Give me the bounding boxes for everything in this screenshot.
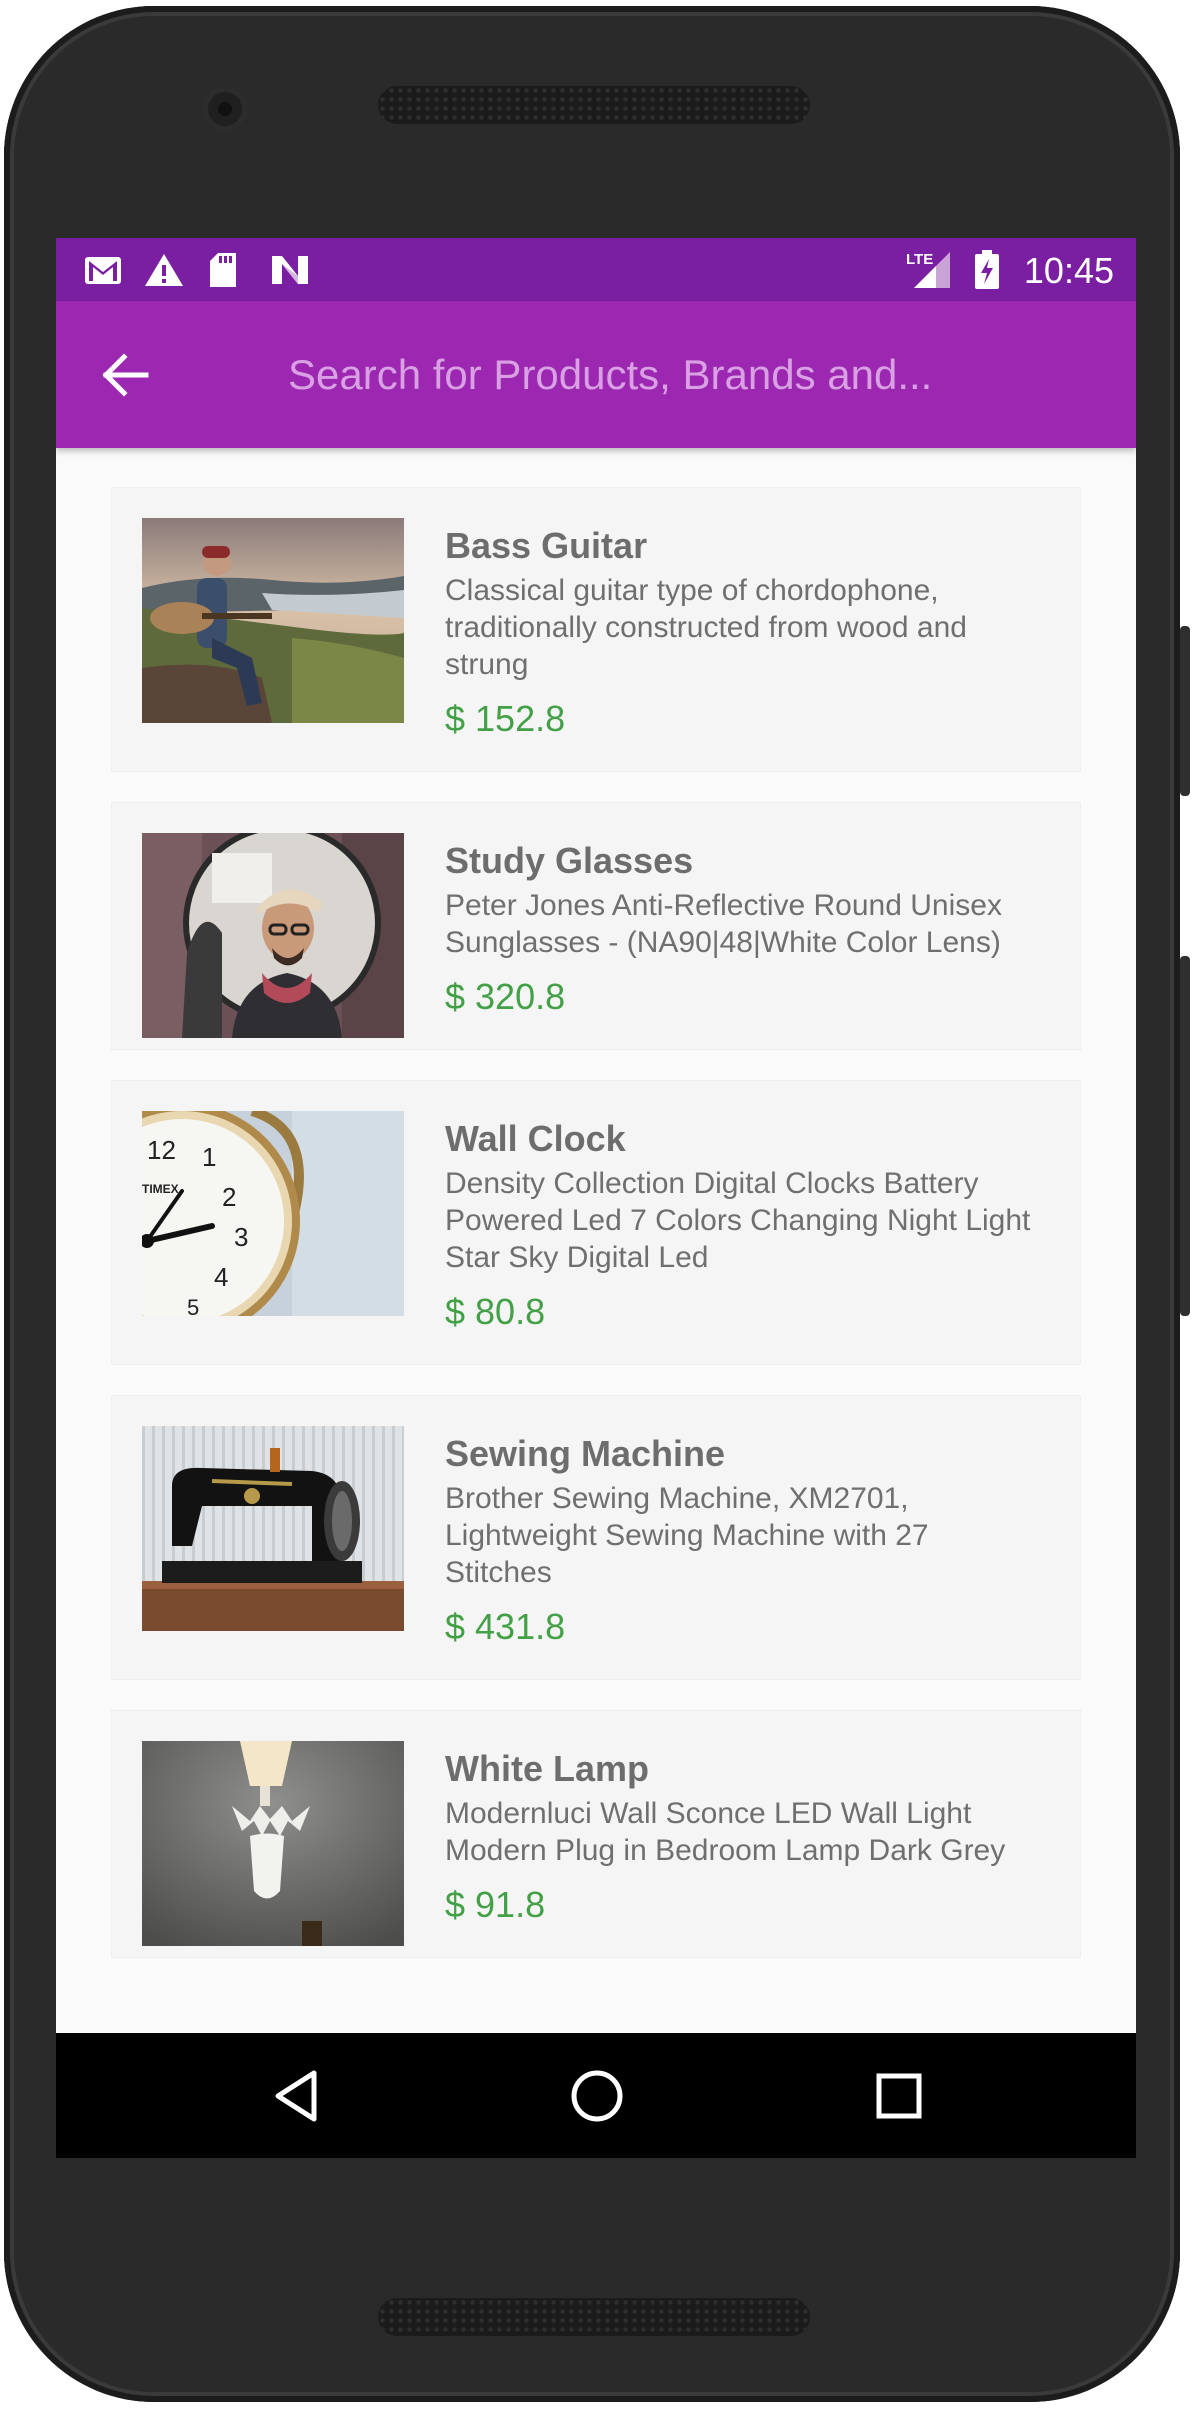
lte-signal-icon: LTE bbox=[906, 251, 950, 288]
status-time: 10:45 bbox=[1023, 250, 1114, 291]
nav-back-icon[interactable] bbox=[264, 2063, 330, 2129]
front-camera bbox=[202, 86, 248, 132]
top-speaker bbox=[378, 86, 810, 124]
product-description: Peter Jones Anti-Reflective Round Unisex… bbox=[445, 889, 1002, 959]
product-description: Brother Sewing Machine, XM2701, Lightwei… bbox=[445, 1482, 929, 1589]
nav-home-icon[interactable] bbox=[564, 2063, 630, 2129]
product-price: $ 320.8 bbox=[445, 976, 566, 1017]
volume-button bbox=[1180, 956, 1190, 1316]
product-description: Modernluci Wall Sconce LED Wall Light Mo… bbox=[445, 1797, 1006, 1867]
search-input[interactable] bbox=[286, 339, 1090, 411]
product-image-clock: 12 1 2 3 4 5 TIMEX bbox=[142, 1111, 404, 1316]
nav-recents-icon[interactable] bbox=[866, 2063, 932, 2129]
product-title: White Lamp bbox=[445, 1748, 649, 1789]
back-arrow-icon[interactable] bbox=[96, 345, 156, 405]
product-title: Sewing Machine bbox=[445, 1433, 726, 1474]
svg-text:4: 4 bbox=[214, 1262, 228, 1292]
product-price: $ 431.8 bbox=[445, 1606, 566, 1647]
product-price: $ 80.8 bbox=[445, 1291, 546, 1332]
product-image-sewing-machine bbox=[142, 1426, 404, 1631]
warning-icon bbox=[145, 254, 183, 286]
sd-card-icon bbox=[210, 253, 236, 287]
navigation-bar bbox=[56, 2033, 1136, 2158]
svg-text:TIMEX: TIMEX bbox=[142, 1182, 179, 1196]
product-image-guitar bbox=[142, 518, 404, 723]
product-price: $ 91.8 bbox=[445, 1884, 546, 1925]
product-title: Study Glasses bbox=[445, 840, 694, 881]
svg-text:12: 12 bbox=[147, 1135, 176, 1165]
product-card[interactable]: 12 1 2 3 4 5 TIMEX Wall Clock Density Co bbox=[112, 1081, 1080, 1364]
power-button bbox=[1180, 626, 1190, 796]
status-bar: LTE 10:45 bbox=[56, 238, 1136, 301]
product-title: Wall Clock bbox=[445, 1118, 626, 1159]
phone-frame: LTE 10:45 Search for Products, Brands an… bbox=[4, 6, 1190, 2402]
product-image-glasses bbox=[142, 833, 404, 1038]
product-title: Bass Guitar bbox=[445, 525, 648, 566]
gmail-icon bbox=[85, 257, 121, 284]
product-price: $ 152.8 bbox=[445, 698, 566, 739]
svg-text:LTE: LTE bbox=[906, 251, 933, 268]
product-image-lamp bbox=[142, 1741, 404, 1946]
svg-text:2: 2 bbox=[222, 1182, 236, 1212]
product-description: Density Collection Digital Clocks Batter… bbox=[445, 1167, 1031, 1274]
app-bar bbox=[56, 301, 1136, 448]
screen: LTE 10:45 Search for Products, Brands an… bbox=[56, 238, 1136, 2158]
product-card[interactable]: Sewing Machine Brother Sewing Machine, X… bbox=[112, 1396, 1080, 1679]
product-list[interactable]: Bass Guitar Classical guitar type of cho… bbox=[56, 448, 1136, 2078]
product-description: Classical guitar type of chordophone, tr… bbox=[445, 574, 967, 681]
bottom-speaker bbox=[378, 2298, 810, 2336]
product-card[interactable]: Bass Guitar Classical guitar type of cho… bbox=[112, 488, 1080, 771]
svg-text:3: 3 bbox=[234, 1222, 248, 1252]
product-card[interactable]: Study Glasses Peter Jones Anti-Reflectiv… bbox=[112, 803, 1080, 1049]
product-card[interactable]: White Lamp Modernluci Wall Sconce LED Wa… bbox=[112, 1711, 1080, 1957]
n-notification-icon bbox=[272, 256, 308, 284]
svg-text:5: 5 bbox=[187, 1295, 199, 1316]
battery-charging-icon bbox=[975, 250, 999, 289]
svg-text:1: 1 bbox=[202, 1142, 216, 1172]
